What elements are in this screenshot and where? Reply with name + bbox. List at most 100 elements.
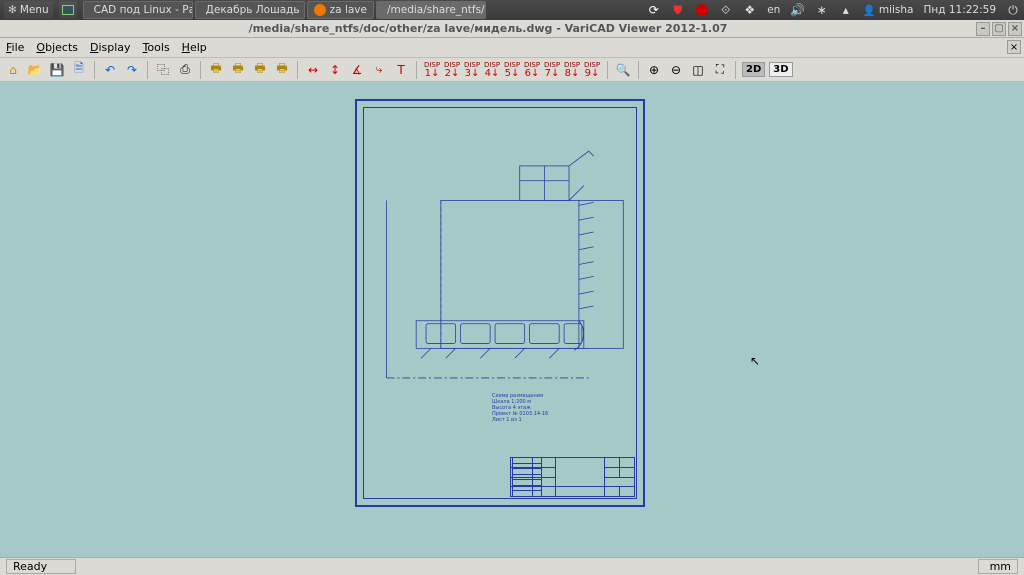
view-2d-button[interactable]: 2D [742, 62, 765, 77]
arrow-down-icon: 5↓ [505, 70, 520, 78]
separator [297, 61, 298, 79]
print-icon: 🖶 [210, 59, 221, 80]
zoom-out-button[interactable]: ⊖ [667, 61, 685, 79]
user-button[interactable]: 👤miisha [863, 4, 914, 17]
separator [147, 61, 148, 79]
drawing-canvas[interactable]: Схема размещения Шкала 1:200 м Высота 4 … [0, 82, 1024, 557]
volume-icon[interactable]: 🔊 [791, 3, 805, 17]
separator [638, 61, 639, 79]
taskbar-button[interactable]: /media/share_ntfs/… [376, 1, 486, 19]
undo-button[interactable]: ↶ [101, 61, 119, 79]
status-left: Ready [6, 559, 76, 574]
display-slot-2[interactable]: DISP2↓ [443, 62, 461, 78]
toolbar: ⌂ 📂 💾 🗎 ↶ ↷ ⿻ ⎙ 🖶 🖶 🖶 🖶 ↔ ↕ ∡ ⤷ T DISP1↓… [0, 58, 1024, 82]
zoom-window-button[interactable]: ◫ [689, 61, 707, 79]
menu-bar: File Objects Display Tools Help × [0, 38, 1024, 58]
zoom-button[interactable]: 🔍 [614, 61, 632, 79]
taskbar-button-label: CAD под Linux - Ра… [94, 4, 193, 16]
dim-text-button[interactable]: T [392, 61, 410, 79]
menu-display[interactable]: Display [90, 41, 131, 54]
display-slot-6[interactable]: DISP6↓ [523, 62, 541, 78]
show-desktop-button[interactable] [59, 1, 77, 19]
zoom-out-icon: ⊖ [671, 63, 681, 77]
display-slot-7[interactable]: DISP7↓ [543, 62, 561, 78]
view-3d-button[interactable]: 3D [769, 62, 792, 77]
save-as-button[interactable]: 🗎 [70, 61, 88, 79]
update-icon[interactable]: ⟳ [647, 3, 661, 17]
arrow-down-icon: 8↓ [565, 70, 580, 78]
lang-indicator[interactable]: en [767, 3, 781, 17]
print-batch-button[interactable]: 🖶 [251, 61, 269, 79]
taskbar-button[interactable]: CAD под Linux - Ра… [83, 1, 193, 19]
taskbar-button[interactable]: Декабрь Лошадь … [195, 1, 305, 19]
redo-icon: ↷ [127, 63, 137, 77]
arrow-down-icon: 7↓ [545, 70, 560, 78]
copy-button[interactable]: ⿻ [154, 61, 172, 79]
firefox-icon [314, 4, 326, 16]
desktop-icon [62, 5, 74, 15]
separator [200, 61, 201, 79]
folder-open-icon: 📂 [28, 63, 43, 77]
maximize-button[interactable]: ▢ [992, 22, 1006, 36]
display-slot-5[interactable]: DISP5↓ [503, 62, 521, 78]
display-slot-3[interactable]: DISP3↓ [463, 62, 481, 78]
dim-vertical-button[interactable]: ↕ [326, 61, 344, 79]
separator [94, 61, 95, 79]
shutdown-icon[interactable]: ⏻ [1006, 3, 1020, 17]
status-bar: Ready mm [0, 557, 1024, 575]
opera-tray-icon[interactable] [695, 3, 709, 17]
zoom-in-button[interactable]: ⊕ [645, 61, 663, 79]
gear-icon: ✻ [8, 4, 17, 16]
bluetooth-icon[interactable]: ∗ [815, 3, 829, 17]
menu-help[interactable]: Help [182, 41, 207, 54]
display-slot-1[interactable]: DISP1↓ [423, 62, 441, 78]
separator [416, 61, 417, 79]
save-button[interactable]: 💾 [48, 61, 66, 79]
shield-icon[interactable]: ⛊ [671, 3, 685, 17]
menu-objects[interactable]: Objects [36, 41, 78, 54]
zoom-extents-icon: ⛶ [716, 62, 724, 77]
separator [735, 61, 736, 79]
dim-angle-icon: ∡ [352, 63, 363, 77]
sync-icon[interactable]: ⟐ [719, 3, 733, 17]
open-button[interactable]: 📂 [26, 61, 44, 79]
print-setup-button[interactable]: 🖶 [273, 61, 291, 79]
taskbar-buttons: CAD под Linux - Ра… Декабрь Лошадь …za la… [83, 1, 486, 19]
menu-tools[interactable]: Tools [143, 41, 170, 54]
dropbox-icon[interactable]: ❖ [743, 3, 757, 17]
save-icon: 💾 [50, 63, 65, 77]
minimize-button[interactable]: – [976, 22, 990, 36]
close-button[interactable]: × [1008, 22, 1022, 36]
print-button[interactable]: 🖶 [207, 61, 225, 79]
drawing-notes: Схема размещения Шкала 1:200 м Высота 4 … [492, 393, 548, 423]
print-setup-icon: 🖶 [276, 59, 287, 80]
taskbar-button-label: Декабрь Лошадь … [206, 4, 305, 16]
home-button[interactable]: ⌂ [4, 61, 22, 79]
zoom-extents-button[interactable]: ⛶ [711, 61, 729, 79]
arrow-down-icon: 3↓ [465, 70, 480, 78]
taskbar-button[interactable]: za lave [307, 1, 374, 19]
print-preview-button[interactable]: 🖶 [229, 61, 247, 79]
display-slot-4[interactable]: DISP4↓ [483, 62, 501, 78]
dim-angle-button[interactable]: ∡ [348, 61, 366, 79]
paste-icon: ⎙ [180, 62, 190, 77]
taskbar-button-label: /media/share_ntfs/… [387, 4, 486, 16]
clock[interactable]: Пнд 11:22:59 [923, 4, 996, 16]
dim-v-icon: ↕ [330, 63, 340, 77]
dim-text-icon: T [397, 63, 404, 77]
display-slot-9[interactable]: DISP9↓ [583, 62, 601, 78]
drawing-sheet: Схема размещения Шкала 1:200 м Высота 4 … [355, 99, 645, 507]
mdi-close-button[interactable]: × [1007, 40, 1021, 54]
arrow-down-icon: 9↓ [585, 70, 600, 78]
paste-button[interactable]: ⎙ [176, 61, 194, 79]
title-block [510, 457, 635, 497]
dim-horizontal-button[interactable]: ↔ [304, 61, 322, 79]
dim-radius-button[interactable]: ⤷ [370, 61, 388, 79]
menu-file[interactable]: File [6, 41, 24, 54]
display-slot-8[interactable]: DISP8↓ [563, 62, 581, 78]
redo-button[interactable]: ↷ [123, 61, 141, 79]
os-menu-button[interactable]: ✻ Menu [4, 1, 53, 19]
display-slots: DISP1↓DISP2↓DISP3↓DISP4↓DISP5↓DISP6↓DISP… [423, 62, 601, 78]
network-icon[interactable]: ▴ [839, 3, 853, 17]
arrow-down-icon: 1↓ [425, 70, 440, 78]
